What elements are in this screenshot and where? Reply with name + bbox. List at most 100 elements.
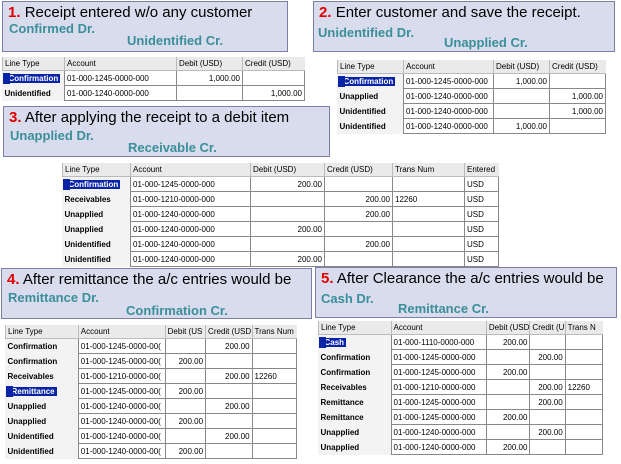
trans-cell[interactable] (251, 383, 298, 399)
debit-cell[interactable] (485, 394, 531, 410)
credit-cell[interactable] (242, 70, 305, 86)
trans-cell[interactable] (392, 236, 465, 252)
credit-cell[interactable] (529, 409, 566, 425)
column-header[interactable]: Debit (USD) (250, 163, 325, 177)
table-row[interactable]: Confirmation 01-000-1245-0000-000 200.00 (319, 349, 604, 365)
line-type-cell[interactable]: Unidentified (63, 252, 131, 267)
credit-cell[interactable] (549, 73, 606, 89)
line-type-cell[interactable]: Confirmation (2, 71, 65, 86)
table-row[interactable]: Receivables 01-000-1210-0000-000 200.00 122… (319, 379, 604, 395)
trans-cell[interactable] (564, 334, 604, 350)
account-cell[interactable]: 01-000-1240-0000-000 (403, 118, 494, 134)
account-cell[interactable]: 01-000-1110-0000-000 (390, 334, 487, 350)
credit-cell[interactable]: 200.00 (324, 206, 393, 222)
trans-cell[interactable] (251, 398, 298, 414)
column-header[interactable]: Trans Num (392, 163, 465, 177)
credit-cell[interactable] (324, 251, 393, 267)
line-type-cell[interactable]: Unidentified (338, 119, 404, 134)
account-cell[interactable]: 01-000-1245-0000-000 (390, 349, 487, 365)
trans-cell[interactable] (392, 176, 465, 192)
trans-cell[interactable] (564, 364, 604, 380)
debit-cell[interactable] (176, 85, 243, 101)
table-row[interactable]: Unidentified 01-000-1240-0000-000 1,000.00 (338, 103, 606, 119)
credit-cell[interactable]: 200.00 (529, 394, 566, 410)
account-cell[interactable]: 01-000-1240-0000-000 (403, 88, 494, 104)
column-header[interactable]: Line Type (5, 325, 79, 339)
debit-cell[interactable]: 200.00 (485, 364, 531, 380)
table-row[interactable]: Cash 01-000-1110-0000-000 200.00 (318, 334, 604, 350)
table-row[interactable]: Confirmation 01-000-1245-0000-00(200.00 (6, 338, 298, 354)
credit-cell[interactable] (324, 176, 393, 192)
table-row[interactable]: Unapplied 01-000-1240-0000-000 200.00 USD (63, 221, 499, 237)
trans-cell[interactable]: 12260 (564, 379, 604, 395)
line-type-cell[interactable]: Receivables (63, 192, 131, 207)
account-cell[interactable]: 01-000-1210-0000-000 (390, 379, 487, 395)
line-type-cell[interactable]: Unidentified (6, 444, 79, 459)
column-header[interactable]: Entered (464, 163, 499, 177)
trans-cell[interactable] (564, 424, 604, 440)
table-row[interactable]: Receivables 01-000-1210-0000-00(200.00 122… (6, 368, 298, 384)
table-row[interactable]: Confirmation 01-000-1245-0000-000 200.00 (319, 364, 604, 380)
trans-cell[interactable] (392, 251, 465, 267)
line-type-cell[interactable]: Remittance (319, 395, 392, 410)
account-cell[interactable]: 01-000-1240-0000-000 (130, 206, 251, 222)
table-row[interactable]: Unapplied 01-000-1240-0000-00(200.00 (6, 413, 298, 429)
column-header[interactable]: Debit (USD) (493, 60, 550, 74)
credit-cell[interactable] (549, 118, 606, 134)
debit-cell[interactable] (485, 379, 531, 395)
debit-cell[interactable]: 200.00 (485, 409, 531, 425)
table-row[interactable]: Receivables 01-000-1210-0000-000 200.00 122… (63, 191, 499, 207)
entered-cell[interactable]: USD (464, 176, 499, 192)
account-cell[interactable]: 01-000-1245-0000-000 (390, 409, 487, 425)
debit-cell[interactable]: 200.00 (485, 439, 531, 455)
entered-cell[interactable]: USD (464, 251, 499, 267)
column-header[interactable]: Credit (USD (205, 325, 253, 339)
line-type-cell[interactable]: Unapplied (319, 440, 392, 455)
line-type-cell[interactable]: Confirmation (6, 354, 79, 369)
column-header[interactable]: Line Type (318, 321, 392, 335)
account-cell[interactable]: 01-000-1245-0000-00( (77, 353, 166, 369)
account-cell[interactable]: 01-000-1240-0000-000 (130, 251, 251, 267)
credit-cell[interactable] (529, 334, 566, 350)
column-header[interactable]: Line Type (337, 60, 404, 74)
column-header[interactable]: Account (390, 321, 487, 335)
table-row[interactable]: Unidentified 01-000-1240-0000-000 200.00 US… (63, 251, 499, 267)
line-type-cell[interactable]: Unidentified (63, 237, 131, 252)
trans-cell[interactable] (392, 221, 465, 237)
account-cell[interactable]: 01-000-1210-0000-000 (130, 191, 251, 207)
trans-cell[interactable] (251, 353, 298, 369)
debit-cell[interactable] (250, 191, 325, 207)
entered-cell[interactable]: USD (464, 191, 499, 207)
debit-cell[interactable]: 200.00 (250, 221, 325, 237)
credit-cell[interactable] (205, 353, 253, 369)
account-cell[interactable]: 01-000-1245-0000-000 (390, 394, 487, 410)
trans-cell[interactable] (564, 439, 604, 455)
trans-cell[interactable] (564, 409, 604, 425)
table-row[interactable]: Unidentified 01-000-1240-0000-000 200.00 US… (63, 236, 499, 252)
line-type-cell[interactable]: Remittance (319, 410, 392, 425)
table-row[interactable]: Unidentified 01-000-1240-0000-000 1,000.00 (338, 118, 606, 134)
credit-cell[interactable]: 200.00 (324, 191, 393, 207)
account-cell[interactable]: 01-000-1240-0000-000 (130, 236, 251, 252)
table-row[interactable]: Confirmation 01-000-1245-0000-000 1,000.00 (2, 70, 305, 86)
account-cell[interactable]: 01-000-1240-0000-000 (403, 103, 494, 119)
table-row[interactable]: Remittance 01-000-1245-0000-000 200.00 (319, 394, 604, 410)
trans-cell[interactable] (251, 338, 298, 354)
column-header[interactable]: Account (64, 57, 177, 71)
line-type-cell[interactable]: Unapplied (63, 207, 131, 222)
debit-cell[interactable]: 200.00 (250, 176, 325, 192)
column-header[interactable]: Trans N (564, 321, 603, 335)
debit-cell[interactable] (250, 206, 325, 222)
trans-cell[interactable] (251, 443, 298, 459)
table-row[interactable]: Remittance 01-000-1245-0000-00(200.00 (5, 383, 298, 399)
column-header[interactable]: Trans Num (251, 325, 297, 339)
credit-cell[interactable]: 200.00 (324, 236, 393, 252)
credit-cell[interactable]: 200.00 (205, 428, 253, 444)
table-row[interactable]: Confirmation 01-000-1245-0000-00(200.00 (6, 353, 298, 369)
credit-cell[interactable]: 200.00 (529, 379, 566, 395)
account-cell[interactable]: 01-000-1240-0000-000 (390, 439, 487, 455)
line-type-cell[interactable]: Confirmation (62, 177, 131, 192)
debit-cell[interactable]: 1,000.00 (176, 70, 243, 86)
credit-cell[interactable]: 1,000.00 (549, 88, 606, 104)
line-type-cell[interactable]: Remittance (5, 384, 79, 399)
